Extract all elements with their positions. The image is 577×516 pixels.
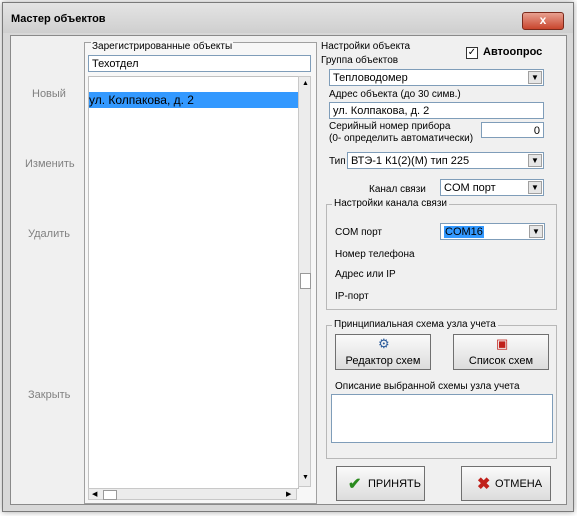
horizontal-scrollbar[interactable]: ◀ ▶ bbox=[88, 488, 297, 500]
edit-button[interactable]: Изменить bbox=[25, 158, 75, 170]
scheme-editor-icon: ⚙ bbox=[378, 336, 390, 351]
close-button[interactable]: x bbox=[522, 12, 564, 30]
address-label: Адрес объекта (до 30 симв.) bbox=[329, 89, 461, 100]
scheme-editor-button[interactable]: ⚙ Редактор схем bbox=[335, 334, 431, 370]
h-scroll-thumb[interactable] bbox=[103, 490, 117, 500]
serial-label-1: Серийный номер прибора bbox=[329, 121, 451, 132]
accept-label: ПРИНЯТЬ bbox=[368, 478, 421, 490]
channel-settings-title: Настройки канала связи bbox=[332, 198, 450, 209]
address-field[interactable]: ул. Колпакова, д. 2 bbox=[329, 102, 544, 119]
scheme-editor-label: Редактор схем bbox=[345, 355, 421, 367]
scheme-list-label: Список схем bbox=[468, 355, 534, 367]
scroll-up-icon[interactable]: ▲ bbox=[302, 80, 309, 87]
scheme-description-label: Описание выбранной схемы узла учета bbox=[335, 381, 520, 392]
chevron-down-icon[interactable]: ▼ bbox=[528, 154, 542, 167]
chevron-down-icon[interactable]: ▼ bbox=[528, 71, 542, 84]
chevron-down-icon[interactable]: ▼ bbox=[529, 225, 543, 238]
scheme-group: Принципиальная схема узла учета ⚙ Редакт… bbox=[326, 319, 557, 459]
accept-button[interactable]: ✔ ПРИНЯТЬ bbox=[336, 466, 425, 501]
list-item[interactable]: ул. Колпакова, д. 2 bbox=[89, 92, 298, 108]
new-button[interactable]: Новый bbox=[32, 88, 66, 100]
ip-address-label: Адрес или IP bbox=[335, 269, 396, 280]
checkmark-icon: ✓ bbox=[467, 47, 477, 58]
channel-settings-group: Настройки канала связи COM порт COM16 ▼ … bbox=[326, 198, 557, 310]
autopoll-checkbox[interactable]: ✓ bbox=[466, 47, 478, 59]
scheme-title: Принципиальная схема узла учета bbox=[332, 319, 498, 330]
phone-label: Номер телефона bbox=[335, 249, 415, 260]
scheme-list-button[interactable]: ▣ Список схем bbox=[453, 334, 549, 370]
vertical-scrollbar[interactable]: ▲ ▼ bbox=[298, 76, 311, 487]
window-title: Мастер объектов bbox=[11, 13, 106, 25]
dialog-body: Новый Изменить Удалить Закрыть Зарегистр… bbox=[10, 35, 567, 505]
scroll-thumb[interactable] bbox=[300, 273, 311, 289]
device-type-value: ВТЭ-1 К1(2)(М) тип 225 bbox=[351, 155, 470, 167]
type-label: Тип bbox=[329, 156, 346, 167]
scheme-list-icon: ▣ bbox=[496, 336, 509, 351]
channel-label: Канал связи bbox=[369, 184, 426, 195]
com-port-label: COM порт bbox=[335, 227, 383, 238]
object-settings-title: Настройки объекта bbox=[321, 41, 411, 52]
channel-select[interactable]: COM порт ▼ bbox=[440, 179, 544, 196]
cross-icon: ✖ bbox=[477, 476, 491, 493]
object-group-value: Тепловодомер bbox=[333, 72, 408, 84]
title-bar[interactable]: Мастер объектов x bbox=[3, 3, 573, 33]
close-icon: x bbox=[539, 13, 547, 27]
group-name-field[interactable]: Техотдел bbox=[88, 55, 311, 72]
objects-list[interactable]: ул. Колпакова, д. 2 bbox=[88, 76, 299, 489]
scheme-description-field[interactable] bbox=[331, 394, 553, 443]
serial-number-field[interactable]: 0 bbox=[481, 122, 544, 138]
registered-objects-title: Зарегистрированные объекты bbox=[91, 41, 234, 52]
device-type-select[interactable]: ВТЭ-1 К1(2)(М) тип 225 ▼ bbox=[347, 152, 544, 169]
com-port-select[interactable]: COM16 ▼ bbox=[440, 223, 545, 240]
com-port-value: COM16 bbox=[444, 226, 484, 238]
ip-port-label: IP-порт bbox=[335, 291, 369, 302]
cancel-label: ОТМЕНА bbox=[495, 478, 543, 490]
master-objects-window: Мастер объектов x Новый Изменить Удалить… bbox=[2, 2, 574, 512]
object-group-select[interactable]: Тепловодомер ▼ bbox=[329, 69, 544, 86]
registered-objects-panel: Зарегистрированные объекты Техотдел ул. … bbox=[84, 41, 317, 504]
object-group-label: Группа объектов bbox=[321, 55, 399, 66]
autopoll-label: Автоопрос bbox=[483, 46, 543, 58]
cancel-button[interactable]: ✖ ОТМЕНА bbox=[461, 466, 551, 501]
channel-value: COM порт bbox=[444, 182, 496, 194]
serial-label-2: (0- определить автоматически) bbox=[329, 133, 474, 144]
checkmark-icon: ✔ bbox=[348, 476, 362, 493]
scroll-down-icon[interactable]: ▼ bbox=[302, 474, 309, 481]
close-nav-button[interactable]: Закрыть bbox=[28, 389, 70, 401]
scroll-right-icon[interactable]: ▶ bbox=[286, 490, 291, 498]
scroll-left-icon[interactable]: ◀ bbox=[92, 490, 97, 498]
chevron-down-icon[interactable]: ▼ bbox=[528, 181, 542, 194]
delete-button[interactable]: Удалить bbox=[28, 228, 70, 240]
